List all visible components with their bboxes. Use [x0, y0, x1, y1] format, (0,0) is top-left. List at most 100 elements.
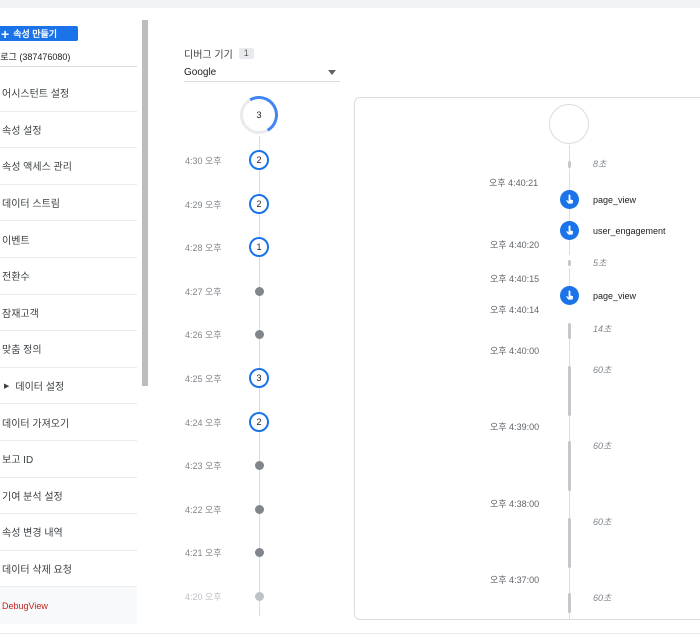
sidebar-nav: 어시스턴트 설정 속성 설정 속성 액세스 관리 데이터 스트림 이벤트 전환수…: [0, 75, 137, 624]
stream-duration: 14초: [593, 324, 612, 334]
minute-event-count-badge[interactable]: 2: [249, 193, 269, 214]
sidebar-item-label: 어시스턴트 설정: [2, 89, 70, 101]
minute-time: 4:20 오후: [185, 592, 222, 602]
touch-icon: [566, 225, 574, 235]
sidebar-item-reporting-identity[interactable]: 보고 ID: [0, 441, 137, 478]
minute-time: 4:23 오후: [185, 461, 222, 472]
minute-time: 4:22 오후: [185, 504, 222, 515]
stream-top-circle: [549, 104, 589, 144]
minute-empty-dot: [255, 548, 264, 558]
minute-empty-dot: [255, 592, 264, 601]
event-marker[interactable]: [560, 190, 579, 209]
stream-duration: 8초: [593, 159, 607, 169]
stream-timestamp: 오후 4:40:15: [490, 274, 540, 284]
sidebar-item-data-streams[interactable]: 데이터 스트림: [0, 185, 137, 222]
minute-empty-dot: [255, 504, 264, 514]
minute-row[interactable]: 4:27 오후: [180, 281, 310, 301]
stream-timestamp: 오후 4:40:00: [490, 346, 540, 356]
stream-timestamp: 오후 4:40:21: [489, 178, 539, 188]
sidebar-item-label: 데이터 스트림: [2, 199, 60, 211]
stream-duration: 5초: [593, 258, 607, 268]
minute-time: 4:25 오후: [185, 374, 222, 384]
sidebar-item-label: 보고 ID: [2, 455, 34, 467]
minute-event-count-badge[interactable]: 2: [249, 150, 269, 170]
sidebar-item-label: 속성 설정: [2, 125, 42, 137]
event-marker[interactable]: [560, 286, 579, 305]
minute-row[interactable]: 4:28 오후 1: [180, 237, 310, 258]
minute-row[interactable]: 4:29 오후 2: [180, 193, 310, 214]
minute-row[interactable]: 4:20 오후: [180, 586, 310, 606]
sidebar-item-label: 전환수: [2, 272, 30, 284]
sidebar-item-property-settings[interactable]: 속성 설정: [0, 112, 137, 149]
minute-row[interactable]: 4:24 오후 2: [180, 411, 310, 432]
stream-duration: 60초: [593, 517, 612, 527]
minute-time: 4:21 오후: [185, 548, 222, 559]
minute-row[interactable]: 4:26 오후: [180, 324, 310, 344]
sidebar-item-label: 데이터 삭제 요청: [2, 565, 72, 577]
minute-time: 4:30 오후: [185, 156, 222, 166]
top-events-count: 3: [256, 110, 262, 120]
minute-event-count-badge[interactable]: 2: [249, 411, 269, 432]
sidebar-item-debugview[interactable]: DebugView: [0, 587, 137, 624]
event-marker[interactable]: [560, 221, 579, 240]
minutes-timeline: 3 4:30 오후 2 4:29 오후 2 4:28 오후 1 4:27 오후 4:26 오후…: [180, 91, 310, 616]
property-name: 블로그 (387476080): [0, 52, 71, 62]
stream-timestamp: 오후 4:38:00: [490, 499, 540, 509]
minute-event-count-badge[interactable]: 3: [249, 368, 269, 388]
minute-row[interactable]: 4:22 오후: [180, 499, 310, 519]
stream-timestamp: 오후 4:40:20: [490, 240, 540, 250]
minute-time: 4:28 오후: [185, 243, 222, 254]
create-property-button[interactable]: + 속성 만들기: [0, 26, 78, 41]
sidebar-item-label: 속성 변경 내역: [2, 528, 63, 540]
stream-duration: 60초: [593, 593, 612, 603]
sidebar-item-label: 데이터 설정: [15, 382, 65, 394]
minute-time: 4:27 오후: [185, 286, 222, 297]
sidebar-item-audiences[interactable]: 잠재고객: [0, 295, 137, 332]
stream-line-segment: [568, 441, 571, 491]
minute-empty-dot: [255, 461, 264, 471]
stream-line-segment: [568, 593, 571, 613]
sidebar-item-property-access[interactable]: 속성 액세스 관리: [0, 148, 137, 185]
sidebar-item-assistant-settings[interactable]: 어시스턴트 설정: [0, 75, 137, 112]
stream-line-segment: [568, 323, 571, 339]
sidebar-item-data-deletion[interactable]: 데이터 삭제 요청: [0, 551, 137, 588]
sidebar-scrollbar[interactable]: [142, 20, 148, 386]
stream-line-segment: [568, 518, 571, 568]
debug-device-select[interactable]: Google: [184, 63, 340, 82]
bottom-divider: [0, 633, 700, 634]
plus-icon: +: [1, 25, 10, 42]
minute-time: 4:26 오후: [185, 330, 222, 341]
sidebar-item-change-history[interactable]: 속성 변경 내역: [0, 514, 137, 551]
debug-device-title: 디버그 기기: [184, 50, 233, 61]
sidebar-item-label: 잠재고객: [2, 308, 39, 320]
sidebar-item-custom-definitions[interactable]: 맞춤 정의: [0, 331, 137, 368]
stream-timestamp: 오후 4:39:00: [490, 422, 540, 432]
touch-icon: [566, 290, 574, 300]
sidebar-item-data-import[interactable]: 데이터 가져오기: [0, 404, 137, 441]
minute-time: 4:24 오후: [185, 417, 222, 428]
stream-line-segment: [569, 170, 570, 255]
sidebar-item-data-settings[interactable]: ▶ 데이터 설정: [0, 368, 137, 405]
sidebar-item-events[interactable]: 이벤트: [0, 221, 137, 258]
sidebar-item-conversions[interactable]: 전환수: [0, 258, 137, 295]
divider: [0, 66, 137, 67]
minute-row[interactable]: 4:23 오후: [180, 455, 310, 475]
stream-line-segment: [568, 366, 571, 416]
event-name[interactable]: page_view: [593, 195, 636, 205]
sidebar-item-label: 데이터 가져오기: [2, 418, 70, 430]
minute-row[interactable]: 4:21 오후: [180, 542, 310, 562]
minute-empty-dot: [255, 330, 264, 340]
admin-sidebar: + 속성 만들기 블로그 (387476080) 어시스턴트 설정 속성 설정 …: [0, 20, 140, 630]
sidebar-item-label: 이벤트: [2, 235, 30, 247]
minute-row[interactable]: 4:25 오후 3: [180, 368, 310, 388]
minute-event-count-badge[interactable]: 1: [249, 237, 269, 258]
event-name[interactable]: page_view: [593, 291, 636, 301]
minute-row[interactable]: 4:30 오후 2: [180, 150, 310, 170]
sidebar-item-attribution-settings[interactable]: 기여 분석 설정: [0, 478, 137, 515]
sidebar-item-label: 속성 액세스 관리: [2, 162, 72, 174]
event-name[interactable]: user_engagement: [593, 226, 666, 236]
sidebar-item-label: DebugView: [2, 600, 48, 611]
minute-empty-dot: [255, 286, 264, 296]
caret-down-icon: [328, 69, 336, 75]
triangle-right-icon: ▶: [4, 382, 10, 390]
